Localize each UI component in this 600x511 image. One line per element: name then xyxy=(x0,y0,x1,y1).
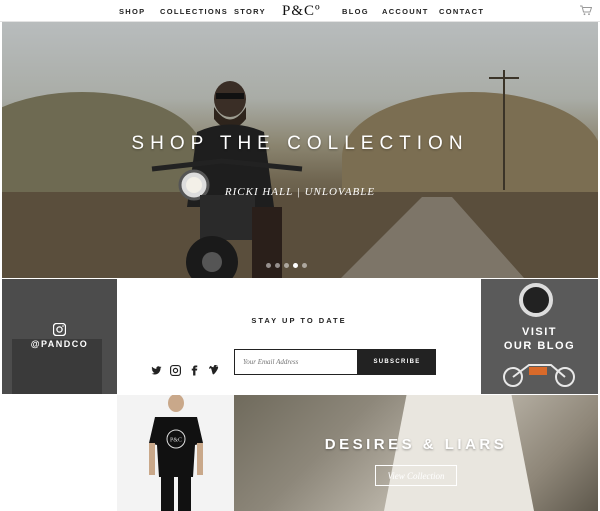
instagram-icon xyxy=(53,323,66,336)
cart-icon[interactable] xyxy=(580,5,592,16)
tshirt-model-image: P&C xyxy=(149,395,203,511)
collection-promo-tile[interactable]: DESIRES & LIARS View Collection xyxy=(234,395,598,511)
nav-collections[interactable]: COLLECTIONS xyxy=(160,7,228,16)
newsletter-heading: STAY UP TO DATE xyxy=(251,316,347,325)
hero-banner[interactable]: SHOP THE COLLECTION RICKI HALL | UNLOVAB… xyxy=(2,22,598,278)
slider-dot[interactable] xyxy=(302,263,307,268)
nav-account[interactable]: ACCOUNT xyxy=(382,7,429,16)
utility-pole-icon xyxy=(489,70,519,190)
slider-dot-active[interactable] xyxy=(293,263,298,268)
empty-tile xyxy=(2,395,117,511)
motorcycle-rider-image xyxy=(151,81,303,278)
coffee-cup-image xyxy=(519,283,553,317)
blog-line-visit: VISIT xyxy=(521,326,557,338)
slider-dots xyxy=(266,263,307,268)
vimeo-icon[interactable] xyxy=(208,363,219,375)
nav-blog[interactable]: BLOG xyxy=(342,7,369,16)
blog-tile-text: VISIT OUR BLOG xyxy=(481,325,598,353)
nav-story[interactable]: STORY xyxy=(234,7,266,16)
facebook-icon[interactable] xyxy=(189,363,200,376)
hero-title: SHOP THE COLLECTION xyxy=(131,133,469,154)
nav-shop[interactable]: SHOP xyxy=(119,7,145,16)
subscribe-button[interactable]: SUBSCRIBE xyxy=(358,349,436,375)
blog-tile[interactable]: VISIT OUR BLOG xyxy=(481,279,598,394)
view-collection-button[interactable]: View Collection xyxy=(375,465,457,486)
instagram-tile[interactable]: @PANDCO xyxy=(2,279,117,394)
blog-line-our-blog: OUR BLOG xyxy=(503,340,576,352)
slider-dot[interactable] xyxy=(284,263,289,268)
instagram-handle: @PANDCO xyxy=(30,339,89,349)
product-tile[interactable]: P&C xyxy=(117,395,234,511)
site-logo[interactable]: P&Cº xyxy=(282,3,321,20)
promo-title: DESIRES & LIARS xyxy=(324,436,508,453)
slider-dot[interactable] xyxy=(275,263,280,268)
hero-credit: RICKI HALL | UNLOVABLE xyxy=(224,186,376,198)
newsletter-section: STAY UP TO DATE SUBSCRIBE xyxy=(117,279,481,394)
top-nav: SHOP COLLECTIONS STORY P&Cº BLOG ACCOUNT… xyxy=(0,0,600,22)
social-links xyxy=(151,363,219,377)
motorcycle-icon xyxy=(503,364,575,387)
desires-liars-shirt-image xyxy=(384,395,534,511)
instagram-icon[interactable] xyxy=(169,363,182,377)
twitter-icon[interactable] xyxy=(151,363,162,375)
svg-text:P&C: P&C xyxy=(170,438,182,444)
nav-contact[interactable]: CONTACT xyxy=(439,7,484,16)
slider-dot[interactable] xyxy=(266,263,271,268)
email-input[interactable] xyxy=(234,349,358,375)
